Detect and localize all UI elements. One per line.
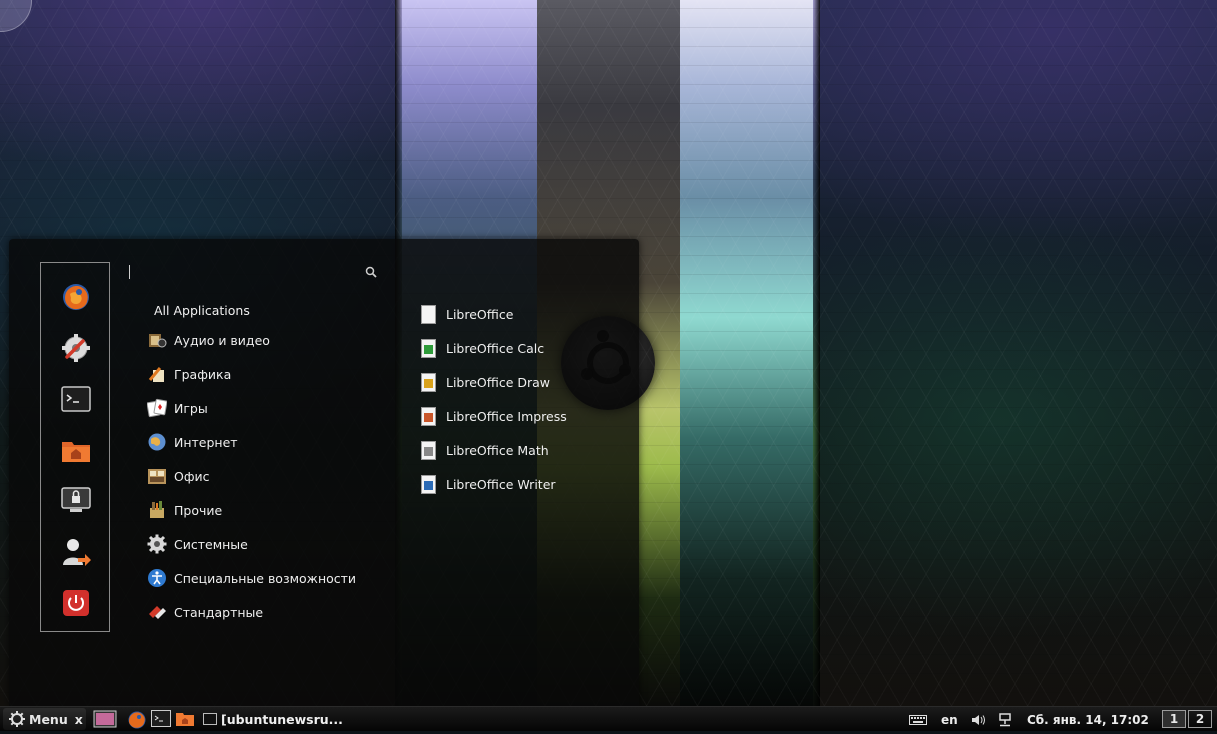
office-icon [147,466,167,486]
category-office[interactable]: Офис [147,463,210,489]
category-label: Графика [174,366,232,382]
app-label: LibreOffice Writer [446,476,556,492]
category-multimedia[interactable]: Аудио и видео [147,327,270,353]
category-graphics[interactable]: Графика [147,361,231,387]
gear-icon [9,711,25,727]
app-libreoffice-writer[interactable]: LibreOffice Writer [421,471,556,497]
app-libreoffice-calc[interactable]: LibreOffice Calc [421,335,544,361]
favorite-lock-screen-button[interactable] [58,483,94,519]
category-all-applications[interactable]: All Applications [154,303,250,318]
graphics-icon [147,364,167,384]
keyboard-layout-indicator[interactable]: en [941,707,958,732]
clock[interactable]: Сб. янв. 14, 17:02 [1027,707,1149,732]
category-other[interactable]: Прочие [147,497,222,523]
app-label: LibreOffice [446,306,514,322]
workspace-switcher: 1 2 [1162,710,1214,729]
volume-indicator[interactable] [971,707,987,732]
app-label: LibreOffice Calc [446,340,545,356]
app-label: LibreOffice Impress [446,408,567,424]
application-menu: All Applications Аудио и видео Графика И… [9,239,639,706]
window-title: [ubuntunewsru... [221,711,343,727]
category-label: Прочие [174,502,223,518]
favorite-settings-button[interactable] [58,330,94,366]
internet-icon [147,432,167,452]
text-cursor [129,265,130,279]
category-label: Стандартные [174,604,264,620]
wallpaper-pillar-right [680,0,813,706]
app-libreoffice[interactable]: LibreOffice [421,301,513,327]
workspace-1-button[interactable]: 1 [1162,710,1186,728]
menu-suffix: x [74,711,83,727]
clock-label: Сб. янв. 14, 17:02 [1027,712,1149,727]
category-label: Игры [174,400,208,416]
home-folder-icon [62,442,90,462]
favorite-shutdown-button[interactable] [58,585,94,621]
category-label: Системные [174,536,248,552]
menu-button[interactable]: Menu x [3,708,86,730]
favorite-firefox-button[interactable] [58,279,94,315]
libreoffice-math-icon [421,440,436,460]
libreoffice-impress-icon [421,406,436,426]
keyboard-layout-label: en [941,712,958,727]
category-internet[interactable]: Интернет [147,429,238,455]
app-libreoffice-math[interactable]: LibreOffice Math [421,437,549,463]
network-icon [999,712,1011,726]
search-icon[interactable] [365,266,377,278]
category-accessibility[interactable]: Специальные возможности [147,565,356,591]
category-label: Аудио и видео [174,332,270,348]
app-label: LibreOffice Draw [446,374,551,390]
libreoffice-draw-icon [421,372,436,392]
favorites-sidebar [40,262,110,632]
category-label: Интернет [174,434,238,450]
app-label: LibreOffice Math [446,442,549,458]
app-libreoffice-draw[interactable]: LibreOffice Draw [421,369,550,395]
category-games[interactable]: Игры [146,395,208,421]
games-icon [146,398,168,418]
keyboard-indicator[interactable] [909,707,927,732]
lock-screen-icon [61,487,91,512]
favorite-home-folder-button[interactable] [58,432,94,468]
system-icon [147,534,167,554]
terminal-launcher[interactable] [151,710,171,728]
workspace-2-button[interactable]: 2 [1188,710,1212,728]
volume-icon [972,714,985,725]
accessories-icon [147,602,167,622]
corner-decoration [0,0,32,32]
terminal-icon [151,710,171,727]
firefox-icon [63,284,89,310]
network-indicator[interactable] [999,707,1011,732]
home-folder-launcher[interactable] [175,710,195,728]
app-libreoffice-impress[interactable]: LibreOffice Impress [421,403,567,429]
category-accessories[interactable]: Стандартные [147,599,263,625]
home-folder-icon [176,713,194,726]
libreoffice-icon [421,304,436,324]
favorite-logout-button[interactable] [58,534,94,570]
accessibility-icon [147,568,167,588]
firefox-icon [128,711,146,729]
taskbar: Menu x [ubuntunewsru... en Сб. янв. 14, … [0,706,1217,731]
multimedia-icon [147,330,167,350]
keyboard-icon [909,714,927,725]
libreoffice-calc-icon [421,338,436,358]
category-label: Специальные возможности [174,570,357,586]
terminal-icon [61,386,91,412]
other-icon [147,500,167,520]
show-desktop-launcher[interactable] [93,710,117,728]
taskbar-window-terminal[interactable]: [ubuntunewsru... [203,709,353,729]
system-settings-icon [62,334,90,362]
libreoffice-writer-icon [421,474,436,494]
category-label: Офис [174,468,210,484]
search-box [125,261,383,285]
logout-icon [63,539,91,566]
favorite-terminal-button[interactable] [58,381,94,417]
category-system[interactable]: Системные [147,531,248,557]
search-input[interactable] [133,261,357,285]
terminal-icon [203,713,217,725]
menu-label: Menu [29,711,68,727]
firefox-launcher[interactable] [127,710,147,729]
power-icon [63,590,89,616]
desktop-icon [93,710,117,728]
